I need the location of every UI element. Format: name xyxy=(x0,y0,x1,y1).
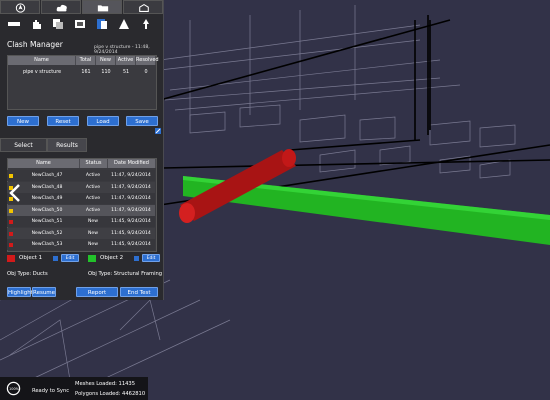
layers-icon[interactable] xyxy=(73,18,87,30)
clash-date: 11:45, 9/24/2014 xyxy=(111,242,151,247)
report-button[interactable]: Report xyxy=(76,287,118,297)
status-color-swatch xyxy=(9,208,13,213)
end-test-button[interactable]: End Test xyxy=(120,287,158,297)
highlight-button[interactable]: Highlight xyxy=(7,287,33,297)
row-new: 110 xyxy=(101,70,111,75)
resume-button[interactable]: Resume xyxy=(32,287,56,297)
object1-label: Object 1 xyxy=(19,255,43,261)
clash-name: NewClash_53 xyxy=(31,242,63,247)
folder-icon xyxy=(97,5,109,12)
col-name[interactable]: Name xyxy=(8,56,76,65)
clash-date: 11:47, 9/24/2014 xyxy=(111,184,151,190)
clash-name: NewClash_49 xyxy=(31,196,63,201)
object1-row: Object 1 Edit xyxy=(7,253,79,264)
row-resolved: 0 xyxy=(144,70,148,75)
list-item[interactable]: NewClash_49 Active 11:47, 9/24/2014 xyxy=(7,193,155,204)
list-item[interactable]: NewClash_51 New 11:45, 9/24/2014 xyxy=(7,216,155,227)
list-item[interactable]: NewClash_52 New 11:45, 9/24/2014 xyxy=(7,227,155,239)
ruler-icon[interactable] xyxy=(7,18,21,30)
sync-status: Ready to Sync xyxy=(32,388,70,394)
expand-icon[interactable] xyxy=(155,128,161,134)
hand-icon[interactable] xyxy=(29,18,43,30)
status-bar: 100% Ready to Sync Meshes Loaded: 11435 … xyxy=(0,377,148,400)
col-active[interactable]: Active xyxy=(116,56,136,65)
clash-name: NewClash_52 xyxy=(31,230,63,236)
tree-icon[interactable] xyxy=(139,18,153,30)
clash-status: New xyxy=(87,219,99,224)
tab-select[interactable]: Select xyxy=(0,138,47,152)
clash-date: 11:47, 9/24/2014 xyxy=(111,196,151,201)
status-color-swatch xyxy=(9,174,13,178)
list-item[interactable]: NewClash_50 Active 11:47, 9/24/2014 xyxy=(7,204,155,216)
tab-cloud[interactable] xyxy=(41,0,81,14)
clash-status: Active xyxy=(85,196,101,201)
object2-type: Obj Type: Structural Framing xyxy=(88,271,163,277)
new-button[interactable]: New xyxy=(7,116,39,126)
list-item[interactable]: NewClash_48 Active 11:47, 9/24/2014 xyxy=(7,181,155,193)
clash-status: Active xyxy=(85,207,101,213)
col-total[interactable]: Total xyxy=(76,56,96,65)
save-button[interactable]: Save xyxy=(126,116,158,126)
row-active: 51 xyxy=(122,70,130,75)
object1-type: Obj Type: Ducts xyxy=(7,271,48,277)
col-new[interactable]: New xyxy=(96,56,116,65)
col-name[interactable]: Name xyxy=(8,159,80,168)
clash-name: NewClash_48 xyxy=(31,184,63,190)
clash-name: NewClash_50 xyxy=(31,207,63,213)
col-status[interactable]: Status xyxy=(80,159,108,168)
status-color-swatch xyxy=(9,243,13,247)
clash-date: 11:47, 9/24/2014 xyxy=(111,207,151,213)
clash-status: New xyxy=(87,230,99,236)
summary-table: Name Total New Active Resolved pipe v st… xyxy=(7,55,159,110)
object1-swatch xyxy=(7,255,15,262)
object2-swatch xyxy=(88,255,96,262)
clash-date: 11:45, 9/24/2014 xyxy=(111,219,151,224)
navigate-icon xyxy=(15,3,26,13)
cloud-icon xyxy=(56,4,67,12)
progress-label: 100% xyxy=(9,387,20,391)
object2-label: Object 2 xyxy=(100,255,124,261)
object2-toggle[interactable] xyxy=(134,256,139,261)
clash-date: 11:45, 9/24/2014 xyxy=(111,230,151,236)
panel-title: Clash Manager xyxy=(7,40,63,49)
col-resolved[interactable]: Resolved xyxy=(136,56,159,65)
clash-name: NewClash_51 xyxy=(31,219,63,224)
tab-navigate[interactable] xyxy=(0,0,40,14)
reset-button[interactable]: Reset xyxy=(47,116,79,126)
object2-row: Object 2 Edit xyxy=(88,253,160,264)
home-icon xyxy=(139,3,149,12)
chevron-left-icon[interactable] xyxy=(8,183,22,203)
object1-edit-button[interactable]: Edit xyxy=(61,254,79,262)
object1-toggle[interactable] xyxy=(53,256,58,261)
clash-status: Active xyxy=(85,173,101,178)
tab-home[interactable] xyxy=(123,0,163,14)
clash-name: NewClash_47 xyxy=(31,173,63,178)
status-color-swatch xyxy=(9,220,13,224)
status-color-swatch xyxy=(9,231,13,236)
clash-status: New xyxy=(87,242,99,247)
list-item[interactable]: NewClash_53 New 11:45, 9/24/2014 xyxy=(7,239,155,250)
section-icon[interactable] xyxy=(95,18,109,30)
col-date[interactable]: Date Modified xyxy=(108,159,156,168)
clash-manager-panel: Clash Manager pipe v structure - 11:48, … xyxy=(0,0,164,300)
tab-folder[interactable] xyxy=(82,0,122,14)
copy-icon[interactable] xyxy=(51,18,65,30)
object2-edit-button[interactable]: Edit xyxy=(142,254,160,262)
polygons-loaded: Polygons Loaded: 4462810 xyxy=(75,391,146,397)
test-subtitle: pipe v structure - 11:48, 9/24/2014 xyxy=(94,45,150,55)
load-button[interactable]: Load xyxy=(87,116,119,126)
tab-results[interactable]: Results xyxy=(47,138,87,152)
clash-status: Active xyxy=(85,184,101,190)
clash-date: 11:47, 9/24/2014 xyxy=(111,173,151,178)
cone-icon[interactable] xyxy=(117,18,131,30)
row-name: pipe v structure xyxy=(22,70,62,75)
row-total: 161 xyxy=(81,70,91,75)
meshes-loaded: Meshes Loaded: 11435 xyxy=(75,381,136,387)
list-item[interactable]: NewClash_47 Active 11:47, 9/24/2014 xyxy=(7,170,155,181)
